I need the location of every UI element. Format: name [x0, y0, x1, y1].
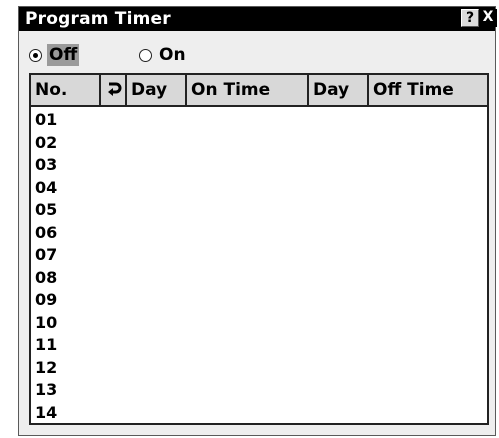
repeat-icon — [108, 82, 122, 96]
table-row[interactable]: 08 — [35, 267, 455, 290]
column-header-off-day[interactable]: Day — [309, 75, 369, 105]
table-row[interactable]: 03 — [35, 154, 455, 177]
table-row[interactable]: 11 — [35, 334, 455, 357]
table-row[interactable]: 07 — [35, 244, 455, 267]
radio-on-circle[interactable] — [139, 48, 152, 62]
table-header: No. Day On Time Day Off Time — [31, 75, 487, 107]
table-row[interactable]: 13 — [35, 379, 455, 402]
table-row[interactable]: 14 — [35, 402, 455, 425]
column-header-on-day[interactable]: Day — [127, 75, 187, 105]
mode-radio-group: Off On — [19, 43, 495, 69]
table-row[interactable]: 10 — [35, 312, 455, 335]
timer-table: No. Day On Time Day Off Time 01 02 03 04… — [29, 73, 489, 425]
table-row[interactable]: 12 — [35, 357, 455, 380]
column-header-on-time[interactable]: On Time — [187, 75, 309, 105]
table-row[interactable]: 02 — [35, 132, 455, 155]
table-row[interactable]: 01 — [35, 109, 455, 132]
window-title: Program Timer — [25, 9, 171, 29]
column-header-no[interactable]: No. — [31, 75, 101, 105]
table-row[interactable]: 09 — [35, 289, 455, 312]
radio-on[interactable]: On — [139, 43, 188, 67]
table-rows: 01 02 03 04 05 06 07 08 09 10 11 12 13 1… — [35, 109, 455, 424]
table-row[interactable]: 06 — [35, 222, 455, 245]
radio-off-label[interactable]: Off — [47, 44, 80, 66]
column-header-off-time[interactable]: Off Time — [369, 75, 487, 105]
radio-off[interactable]: Off — [29, 43, 80, 67]
program-timer-window: Program Timer ? X Off On No. Day On Time… — [18, 6, 497, 436]
help-button[interactable]: ? — [461, 9, 479, 27]
table-row[interactable]: 05 — [35, 199, 455, 222]
table-row[interactable]: 04 — [35, 177, 455, 200]
title-bar[interactable]: Program Timer ? X — [19, 7, 497, 31]
radio-on-label[interactable]: On — [157, 44, 188, 66]
column-header-repeat[interactable] — [101, 75, 127, 105]
radio-off-circle[interactable] — [29, 48, 42, 62]
close-button[interactable]: X — [479, 9, 497, 27]
